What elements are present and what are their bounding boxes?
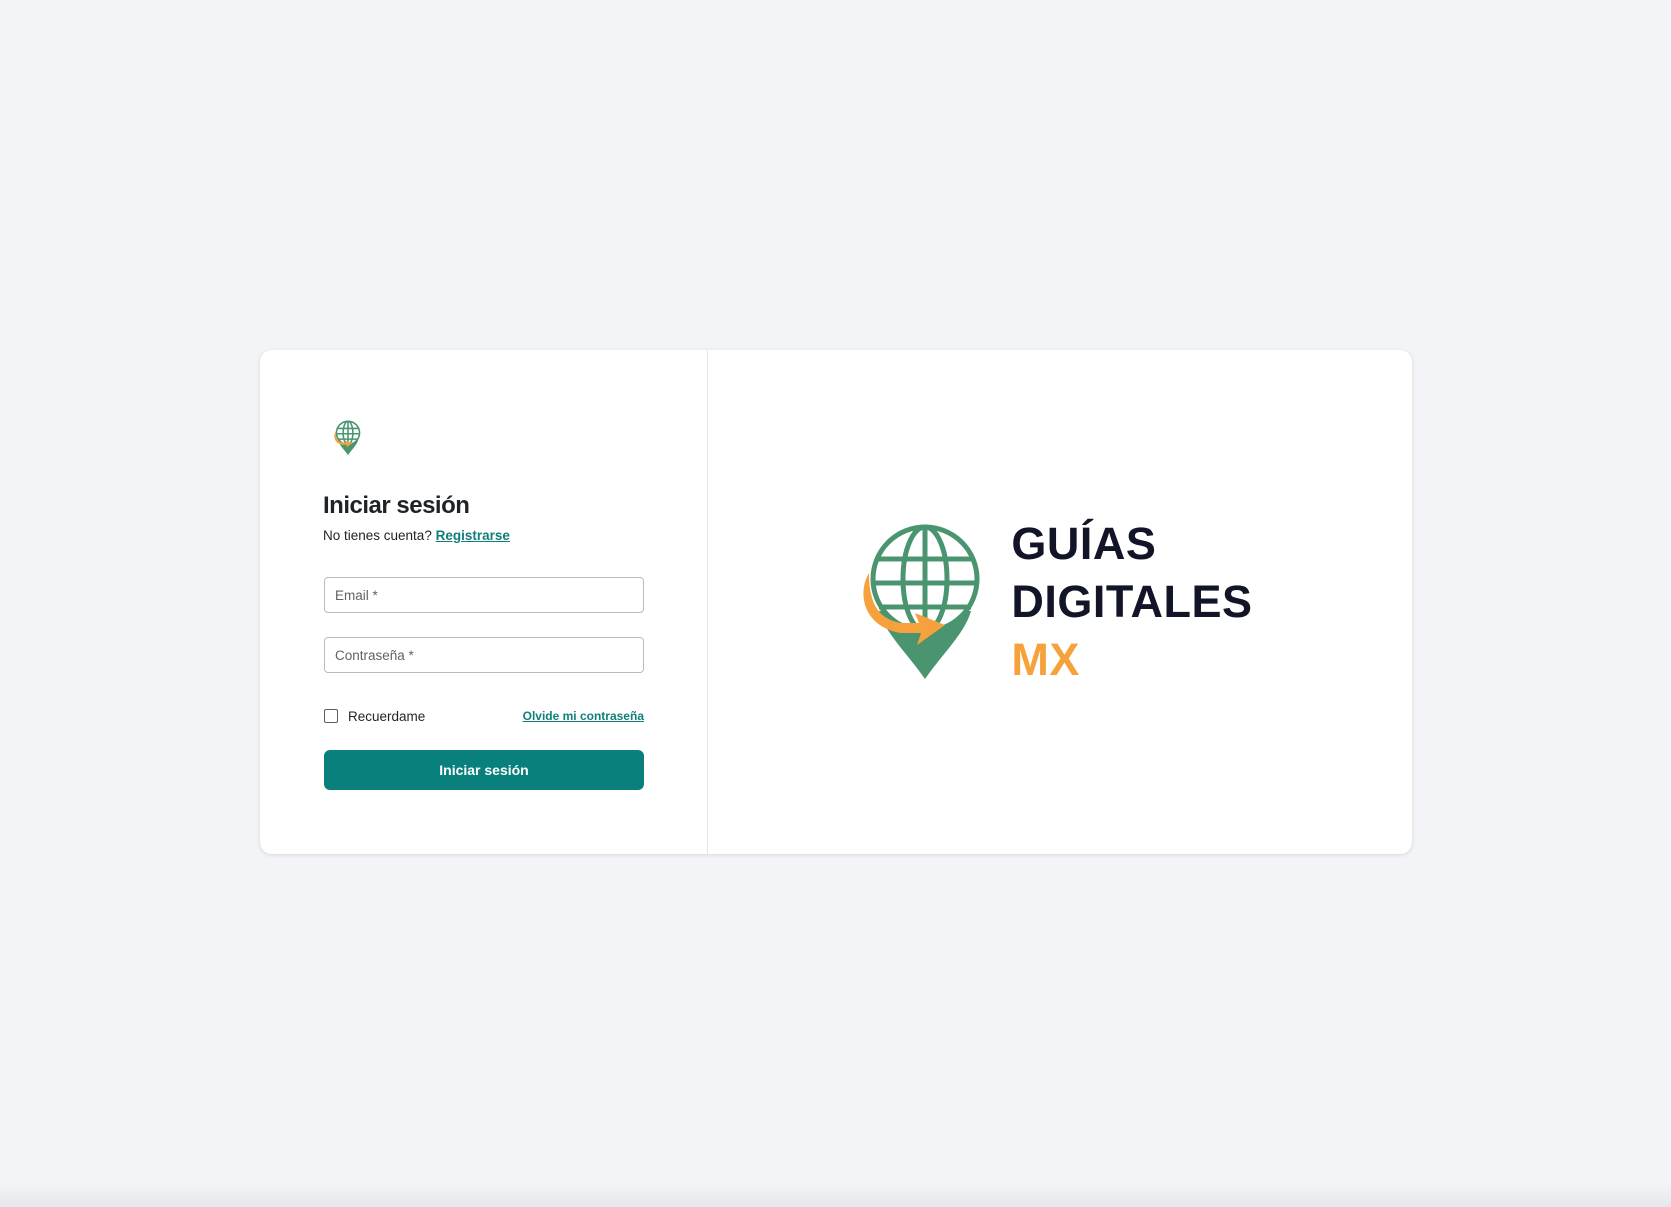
forgot-password-link[interactable]: Olvide mi contraseña (523, 709, 644, 723)
brand-line-2: DIGITALES (1011, 576, 1253, 627)
brand-wordmark: GUÍAS DIGITALES MX (1011, 515, 1252, 689)
remember-checkbox[interactable]: Recuerdame (324, 709, 425, 724)
login-panel: Iniciar sesión No tienes cuenta? Registr… (260, 350, 708, 854)
remember-row: Recuerdame Olvide mi contraseña (324, 707, 644, 725)
window-bottom-edge (0, 1183, 1671, 1207)
brand-logo: GUÍAS DIGITALES MX (855, 515, 1252, 689)
login-title: Iniciar sesión (323, 492, 470, 519)
login-card: Iniciar sesión No tienes cuenta? Registr… (260, 350, 1412, 854)
email-input[interactable] (325, 578, 643, 612)
password-field[interactable] (324, 637, 644, 673)
register-link[interactable]: Registrarse (436, 528, 510, 543)
brand-line-1: GUÍAS (1011, 518, 1157, 569)
register-prompt: No tienes cuenta? Registrarse (323, 528, 510, 543)
globe-location-pin-icon (863, 524, 980, 679)
brand-logo-small-icon (334, 420, 361, 456)
email-field[interactable] (324, 577, 644, 613)
password-input[interactable] (325, 638, 643, 672)
remember-label: Recuerdame (348, 708, 426, 724)
checkbox-box[interactable] (324, 709, 338, 723)
no-account-text: No tienes cuenta? (323, 528, 432, 543)
login-button[interactable]: Iniciar sesión (324, 750, 644, 790)
brand-panel: GUÍAS DIGITALES MX (708, 350, 1412, 854)
brand-line-3: MX (1011, 634, 1080, 685)
